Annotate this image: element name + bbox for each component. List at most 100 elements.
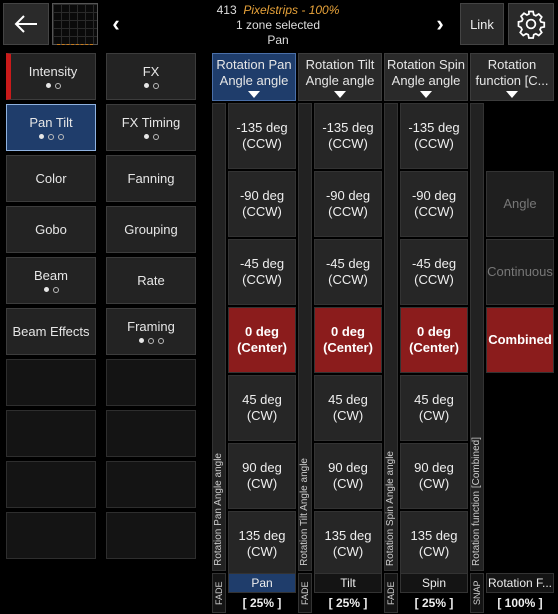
empty-cell <box>486 103 554 169</box>
fader-label: Rotation Tilt Angle angle <box>299 458 310 566</box>
page-indicator <box>38 133 64 141</box>
dropdown-triangle-icon <box>506 91 518 98</box>
fade-mode-toggle[interactable]: FADE <box>212 573 226 613</box>
empty-cell <box>486 375 554 441</box>
page-indicator <box>143 133 159 141</box>
value-option[interactable]: 90 deg (CW) <box>228 443 296 509</box>
empty-slot <box>6 410 96 457</box>
value-option[interactable]: 90 deg (CW) <box>314 443 382 509</box>
empty-slot <box>106 359 196 406</box>
column-header[interactable]: Rotation Pan Angle angle <box>212 53 296 101</box>
attribute-name[interactable]: Rotation F... <box>486 573 554 593</box>
column-header[interactable]: Rotation Tilt Angle angle <box>298 53 382 101</box>
dropdown-triangle-icon <box>334 91 346 98</box>
value-option[interactable]: 135 deg (CW) <box>228 511 296 577</box>
attribute-percent: [ 25% ] <box>228 593 296 613</box>
feature-label: FX Timing <box>121 114 181 130</box>
page-indicator <box>45 82 61 90</box>
fader-strip[interactable]: Rotation Tilt Angle angle <box>298 103 312 571</box>
arrow-left-icon <box>14 15 37 33</box>
feature-gobo-button[interactable]: Gobo <box>6 206 96 253</box>
empty-slot <box>106 512 196 559</box>
current-attribute: Pan <box>267 33 289 47</box>
feature-label: Fanning <box>127 171 175 186</box>
back-button[interactable] <box>3 3 49 45</box>
empty-slot <box>6 461 96 508</box>
empty-slot <box>106 410 196 457</box>
value-option[interactable]: 45 deg (CW) <box>400 375 468 441</box>
column-title: Rotation Spin Angle angle <box>386 57 466 88</box>
feature-fanning-button[interactable]: Fanning <box>106 155 196 202</box>
column-title: Rotation Pan Angle angle <box>216 57 292 88</box>
chevron-left-icon[interactable]: ‹ <box>104 3 128 45</box>
value-option[interactable]: 45 deg (CW) <box>314 375 382 441</box>
fader-strip[interactable]: Rotation Pan Angle angle <box>212 103 226 571</box>
value-option[interactable]: 0 deg (Center) <box>228 307 296 373</box>
value-option[interactable]: -135 deg (CCW) <box>228 103 296 169</box>
feature-label: Gobo <box>35 222 67 237</box>
link-button[interactable]: Link <box>460 3 504 45</box>
feature-color-button[interactable]: Color <box>6 155 96 202</box>
value-option[interactable]: 45 deg (CW) <box>228 375 296 441</box>
fixture-preview[interactable] <box>52 3 98 45</box>
value-option[interactable]: 90 deg (CW) <box>400 443 468 509</box>
feature-beam-button[interactable]: Beam <box>6 257 96 304</box>
value-option[interactable]: 135 deg (CW) <box>400 511 468 577</box>
feature-fx-timing-button[interactable]: FX Timing <box>106 104 196 151</box>
page-indicator <box>43 286 59 294</box>
attribute-name[interactable]: Spin <box>400 573 468 593</box>
attribute-name[interactable]: Tilt <box>314 573 382 593</box>
value-option[interactable]: 0 deg (Center) <box>400 307 468 373</box>
fader-label: Rotation Pan Angle angle <box>213 453 224 566</box>
feature-label: Beam <box>34 267 68 283</box>
feature-label: Intensity <box>28 63 78 79</box>
column-header[interactable]: Rotation function [C... <box>470 53 554 101</box>
fade-mode-toggle[interactable]: FADE <box>384 573 398 613</box>
value-option[interactable]: -90 deg (CCW) <box>400 171 468 237</box>
attribute-name[interactable]: Pan <box>228 573 296 593</box>
value-option[interactable]: 135 deg (CW) <box>314 511 382 577</box>
value-option[interactable]: Angle <box>486 171 554 237</box>
value-option[interactable]: -135 deg (CCW) <box>314 103 382 169</box>
fade-mode-toggle[interactable]: SNAP <box>470 573 484 613</box>
feature-rate-button[interactable]: Rate <box>106 257 196 304</box>
value-option[interactable]: -135 deg (CCW) <box>400 103 468 169</box>
value-option[interactable]: 0 deg (Center) <box>314 307 382 373</box>
fader-strip[interactable]: Rotation function [Combined] <box>470 103 484 571</box>
value-option[interactable]: Combined <box>486 307 554 373</box>
fade-mode-toggle[interactable]: FADE <box>298 573 312 613</box>
feature-label: Framing <box>127 318 175 334</box>
empty-cell <box>486 443 554 509</box>
chevron-right-icon[interactable]: › <box>428 3 452 45</box>
feature-intensity-button[interactable]: Intensity <box>6 53 96 100</box>
value-option[interactable]: Continuous <box>486 239 554 305</box>
fader-strip[interactable]: Rotation Spin Angle angle <box>384 103 398 571</box>
feature-grouping-button[interactable]: Grouping <box>106 206 196 253</box>
feature-framing-button[interactable]: Framing <box>106 308 196 355</box>
feature-fx-button[interactable]: FX <box>106 53 196 100</box>
attribute-percent: [ 100% ] <box>486 593 554 613</box>
feature-label: Pan Tilt <box>29 114 73 130</box>
feature-label: Grouping <box>124 222 178 237</box>
fader-label: Rotation Spin Angle angle <box>385 450 396 566</box>
page-indicator <box>138 337 164 345</box>
value-option[interactable]: -45 deg (CCW) <box>314 239 382 305</box>
zone-count: 1 zone selected <box>235 18 321 32</box>
feature-label: Rate <box>137 273 165 288</box>
selection-info: 413 Pixelstrips - 100% 1 zone selected P… <box>130 3 426 48</box>
feature-label: Beam Effects <box>12 324 90 339</box>
value-option[interactable]: -90 deg (CCW) <box>314 171 382 237</box>
value-option[interactable]: -45 deg (CCW) <box>228 239 296 305</box>
value-option[interactable]: -45 deg (CCW) <box>400 239 468 305</box>
feature-label: FX <box>142 63 160 79</box>
value-option[interactable]: -90 deg (CCW) <box>228 171 296 237</box>
feature-beam-effects-button[interactable]: Beam Effects <box>6 308 96 355</box>
feature-pan-tilt-button[interactable]: Pan Tilt <box>6 104 96 151</box>
attribute-percent: [ 25% ] <box>400 593 468 613</box>
column-header[interactable]: Rotation Spin Angle angle <box>384 53 468 101</box>
column-title: Rotation Tilt Angle angle <box>305 57 375 88</box>
fader-label: Rotation function [Combined] <box>471 437 482 566</box>
settings-button[interactable] <box>508 3 554 45</box>
dropdown-triangle-icon <box>420 91 432 98</box>
gear-icon <box>517 10 546 39</box>
